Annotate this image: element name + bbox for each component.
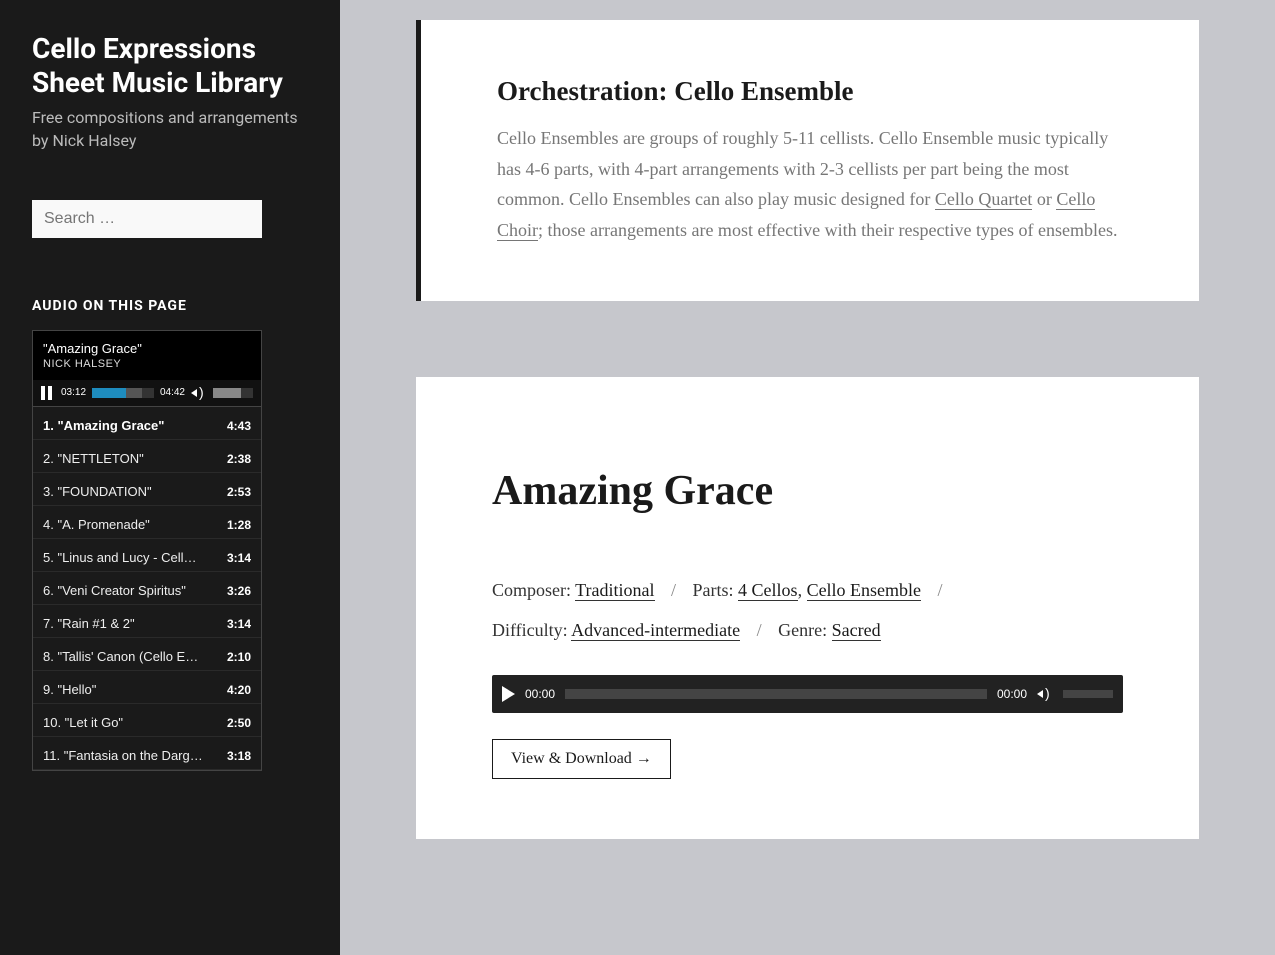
play-icon[interactable] xyxy=(502,686,515,702)
volume-icon[interactable] xyxy=(191,386,207,400)
audio-player-widget: "Amazing Grace" NICK HALSEY 03:12 04:42 … xyxy=(32,330,262,771)
playlist-item-duration: 2:38 xyxy=(219,446,251,466)
now-playing-artist: NICK HALSEY xyxy=(43,358,251,370)
parts-sep: , xyxy=(798,580,807,600)
search-input[interactable] xyxy=(32,200,262,238)
progress-bar[interactable] xyxy=(92,388,154,398)
playlist-item-duration: 3:26 xyxy=(219,578,251,598)
playlist-item-duration: 3:14 xyxy=(219,545,251,565)
playlist-item[interactable]: 7. "Rain #1 & 2" 3:14 xyxy=(33,605,261,638)
post-card: Amazing Grace Composer: Traditional / Pa… xyxy=(416,377,1199,838)
sidebar: Cello Expressions Sheet Music Library Fr… xyxy=(0,0,340,955)
playlist-item-duration: 2:10 xyxy=(219,644,251,664)
player-total: 00:00 xyxy=(997,687,1027,701)
player-elapsed: 00:00 xyxy=(525,687,555,701)
playlist-item[interactable]: 8. "Tallis' Canon (Cello E… 2:10 xyxy=(33,638,261,671)
view-download-button[interactable]: View & Download → xyxy=(492,739,671,779)
playlist-item[interactable]: 1. "Amazing Grace" 4:43 xyxy=(33,407,261,440)
playlist: 1. "Amazing Grace" 4:43 2. "NETTLETON" 2:38… xyxy=(33,407,261,770)
playlist-item-label: 9. "Hello" xyxy=(43,682,96,697)
playlist-item[interactable]: 2. "NETTLETON" 2:38 xyxy=(33,440,261,473)
playlist-item-label: 1. "Amazing Grace" xyxy=(43,418,164,433)
orch-text-mid: or xyxy=(1032,189,1056,209)
main-content: Orchestration: Cello Ensemble Cello Ense… xyxy=(340,0,1275,955)
playlist-item-label: 11. "Fantasia on the Darg… xyxy=(43,748,203,763)
site-title[interactable]: Cello Expressions Sheet Music Library xyxy=(32,32,308,99)
site-tagline: Free compositions and arrangements by Ni… xyxy=(32,107,308,152)
meta-sep: / xyxy=(757,620,762,640)
playlist-item-duration: 2:50 xyxy=(219,710,251,730)
playlist-item[interactable]: 11. "Fantasia on the Darg… 3:18 xyxy=(33,737,261,770)
parts-link-2[interactable]: Cello Ensemble xyxy=(807,580,921,601)
playlist-item[interactable]: 3. "FOUNDATION" 2:53 xyxy=(33,473,261,506)
playlist-item-label: 5. "Linus and Lucy - Cell… xyxy=(43,550,196,565)
playlist-item[interactable]: 6. "Veni Creator Spiritus" 3:26 xyxy=(33,572,261,605)
pause-icon[interactable] xyxy=(41,386,55,400)
composer-label: Composer: xyxy=(492,580,575,600)
playlist-item-label: 4. "A. Promenade" xyxy=(43,517,150,532)
player-track[interactable] xyxy=(565,689,987,699)
meta-sep: / xyxy=(938,580,943,600)
difficulty-link[interactable]: Advanced-intermediate xyxy=(571,620,740,641)
playlist-item-duration: 3:18 xyxy=(219,743,251,763)
composer-link[interactable]: Traditional xyxy=(575,580,654,601)
playlist-item[interactable]: 4. "A. Promenade" 1:28 xyxy=(33,506,261,539)
elapsed-time: 03:12 xyxy=(61,387,86,398)
orchestration-heading: Orchestration: Cello Ensemble xyxy=(497,76,1123,107)
playlist-item-label: 7. "Rain #1 & 2" xyxy=(43,616,135,631)
playlist-item-duration: 4:20 xyxy=(219,677,251,697)
audio-widget-title: AUDIO ON THIS PAGE xyxy=(32,298,308,314)
difficulty-label: Difficulty: xyxy=(492,620,571,640)
now-playing-title: "Amazing Grace" xyxy=(43,341,251,356)
now-playing: "Amazing Grace" NICK HALSEY xyxy=(33,331,261,380)
orchestration-text: Cello Ensembles are groups of roughly 5-… xyxy=(497,123,1123,245)
genre-link[interactable]: Sacred xyxy=(832,620,881,641)
link-cello-quartet[interactable]: Cello Quartet xyxy=(935,189,1032,210)
playlist-item-label: 2. "NETTLETON" xyxy=(43,451,144,466)
total-time: 04:42 xyxy=(160,387,185,398)
genre-label: Genre: xyxy=(778,620,831,640)
playlist-item-label: 8. "Tallis' Canon (Cello E… xyxy=(43,649,198,664)
parts-label: Parts: xyxy=(693,580,739,600)
player-volume[interactable] xyxy=(1063,690,1113,698)
playlist-item-duration: 4:43 xyxy=(219,413,251,433)
post-title[interactable]: Amazing Grace xyxy=(492,467,1123,515)
playlist-item[interactable]: 9. "Hello" 4:20 xyxy=(33,671,261,704)
meta-sep: / xyxy=(671,580,676,600)
playlist-item-label: 6. "Veni Creator Spiritus" xyxy=(43,583,186,598)
playlist-item-duration: 1:28 xyxy=(219,512,251,532)
orchestration-card: Orchestration: Cello Ensemble Cello Ense… xyxy=(416,20,1199,301)
post-audio-player: 00:00 00:00 xyxy=(492,675,1123,713)
orch-text-after: ; those arrangements are most effective … xyxy=(538,220,1117,240)
playlist-item[interactable]: 5. "Linus and Lucy - Cell… 3:14 xyxy=(33,539,261,572)
playlist-item-duration: 2:53 xyxy=(219,479,251,499)
post-meta: Composer: Traditional / Parts: 4 Cellos,… xyxy=(492,571,1123,650)
parts-link-1[interactable]: 4 Cellos xyxy=(738,580,798,601)
volume-slider[interactable] xyxy=(213,388,253,398)
playlist-item-label: 3. "FOUNDATION" xyxy=(43,484,152,499)
volume-icon[interactable] xyxy=(1037,687,1053,701)
playlist-item-duration: 3:14 xyxy=(219,611,251,631)
playlist-item-label: 10. "Let it Go" xyxy=(43,715,123,730)
mini-player: 03:12 04:42 xyxy=(33,380,261,407)
playlist-item[interactable]: 10. "Let it Go" 2:50 xyxy=(33,704,261,737)
